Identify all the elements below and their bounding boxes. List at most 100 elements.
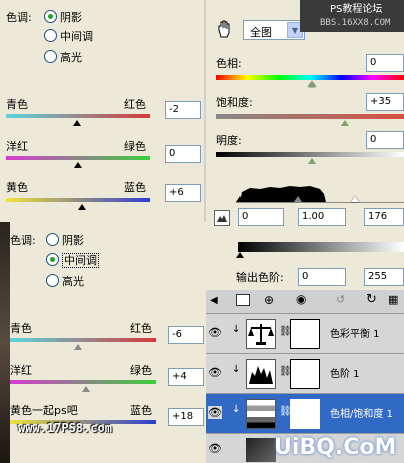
green-label: 绿色	[124, 140, 146, 153]
visibility-eye-icon[interactable]: 👁	[208, 442, 222, 455]
radio-highlights-2[interactable]	[46, 274, 59, 287]
cyan-red-slider-thumb[interactable]	[73, 120, 81, 126]
radio-highlights[interactable]	[44, 50, 57, 63]
watermark-17ps8: www.17PS8.com	[18, 421, 112, 435]
levels-input-black[interactable]: 0	[238, 208, 284, 226]
levels-black-input-thumb[interactable]	[236, 196, 244, 202]
cyan-red-slider-track-2	[10, 338, 156, 342]
yellow-label-2: 黄色一起ps吧	[10, 404, 78, 417]
magenta-green-value[interactable]: 0	[165, 145, 201, 163]
resize-icon[interactable]	[236, 294, 250, 306]
hue-slider-track	[216, 75, 404, 80]
radio-shadows-2[interactable]	[46, 233, 59, 246]
saturation-slider-thumb[interactable]	[341, 120, 349, 126]
color-balance-panel-2: 色调: 阴影 中间调 高光 青色 红色 -6 洋红 绿色 +4 黄色一起ps吧 …	[10, 222, 206, 463]
saturation-value[interactable]: +35	[366, 93, 404, 111]
clip-icon[interactable]: ⊕	[264, 293, 274, 307]
levels-panel: 0 1.00 176 输出色阶: 0 255	[206, 170, 404, 290]
hue-label: 色相:	[216, 57, 242, 70]
yellow-blue-slider-thumb[interactable]	[78, 204, 86, 210]
saturation-slider-track	[216, 114, 404, 119]
magenta-label-2: 洋红	[10, 364, 32, 377]
yellow-label: 黄色	[6, 181, 28, 194]
layer-mask-thumbnail	[290, 399, 320, 429]
visibility-eye-icon[interactable]: 👁	[208, 406, 222, 419]
lightness-slider-thumb[interactable]	[308, 158, 316, 164]
hue-slider-thumb[interactable]	[308, 81, 316, 87]
cyan-label-2: 青色	[10, 322, 32, 335]
hand-tool-icon[interactable]	[216, 20, 232, 38]
delete-icon[interactable]: ▦	[388, 293, 398, 306]
output-levels-label: 输出色阶:	[236, 271, 284, 284]
radio-midtones-label: 中间调	[60, 30, 93, 43]
radio-highlights-label: 高光	[60, 51, 82, 64]
radio-midtones-label-2: 中间调	[62, 253, 99, 268]
warning-icon	[214, 210, 230, 226]
magenta-green-slider-thumb-2[interactable]	[82, 386, 90, 392]
levels-white-input-thumb[interactable]	[351, 196, 359, 202]
lightness-value[interactable]: 0	[366, 131, 404, 149]
magenta-green-slider-track-2	[10, 380, 156, 384]
radio-shadows-label-2: 阴影	[62, 234, 84, 247]
hue-value[interactable]: 0	[366, 54, 404, 72]
magenta-label: 洋红	[6, 140, 28, 153]
cyan-red-value-2[interactable]: -6	[168, 326, 204, 344]
levels-input-gamma[interactable]: 1.00	[298, 208, 346, 226]
magenta-green-value-2[interactable]: +4	[168, 368, 204, 386]
hue-saturation-adjustment-icon	[246, 399, 276, 429]
red-label-2: 红色	[130, 322, 152, 335]
green-label-2: 绿色	[130, 364, 152, 377]
radio-shadows[interactable]	[44, 10, 57, 23]
radio-shadows-label: 阴影	[60, 11, 82, 24]
cyan-red-value[interactable]: -2	[165, 101, 201, 119]
watermark-uibq: UiBQ.CoM	[274, 435, 397, 460]
yellow-blue-value[interactable]: +6	[165, 184, 201, 202]
layer-name[interactable]: 色彩平衡 1	[330, 328, 380, 341]
edit-select-value: 全图	[250, 26, 272, 39]
layer-mask-thumbnail	[290, 319, 320, 349]
levels-black-output-thumb[interactable]	[236, 252, 244, 258]
layer-row-levels[interactable]: 👁 ↓ ⛓ 色阶 1	[206, 354, 404, 394]
levels-adjustment-icon	[246, 359, 276, 389]
lightness-label: 明度:	[216, 134, 242, 147]
clip-arrow-icon: ↓	[232, 404, 241, 415]
back-arrow-icon[interactable]: ◀	[210, 295, 218, 306]
layer-name[interactable]: 色阶 1	[330, 368, 360, 381]
eye-toggle-icon[interactable]: ◉	[296, 292, 306, 306]
color-balance-adjustment-icon	[246, 319, 276, 349]
radio-highlights-label-2: 高光	[62, 275, 84, 288]
blue-label-2: 蓝色	[130, 404, 152, 417]
histogram-baseline	[236, 202, 404, 203]
magenta-green-slider-track	[6, 156, 150, 160]
visibility-eye-icon[interactable]: 👁	[208, 326, 222, 339]
levels-input-white[interactable]: 176	[364, 208, 404, 226]
layer-mask-thumbnail	[290, 359, 320, 389]
levels-output-white[interactable]: 255	[364, 268, 404, 286]
radio-midtones[interactable]	[44, 29, 57, 42]
levels-output-black[interactable]: 0	[298, 268, 346, 286]
radio-midtones-2[interactable]	[46, 253, 59, 266]
clip-arrow-icon: ↓	[232, 364, 241, 375]
reset-icon[interactable]: ↻	[366, 292, 377, 307]
cyan-red-slider-thumb-2[interactable]	[74, 344, 82, 350]
layers-panel: ◀ ⊕ ◉ ↺ ↻ ▦ 👁 ↓ ⛓ 色彩平衡 1 👁 ↓ ⛓ 色阶 1 👁 ↓ …	[206, 290, 404, 463]
tone-label: 色调:	[6, 11, 32, 24]
cyan-label: 青色	[6, 98, 28, 111]
layer-row-hue-saturation[interactable]: 👁 ↓ ⛓ 色相/饱和度 1	[206, 394, 404, 434]
visibility-eye-icon[interactable]: 👁	[208, 366, 222, 379]
red-label: 红色	[124, 98, 146, 111]
link-icon[interactable]: ↺	[336, 293, 345, 306]
levels-gamma-thumb[interactable]	[294, 196, 302, 202]
layer-name[interactable]: 色相/饱和度 1	[330, 408, 393, 421]
watermark-title: PS教程论坛	[330, 4, 383, 15]
magenta-green-slider-thumb[interactable]	[74, 162, 82, 168]
photo-thumbnail	[246, 438, 276, 462]
watermark-top: PS教程论坛 BBS.16XX8.COM	[300, 0, 404, 32]
layer-row-color-balance[interactable]: 👁 ↓ ⛓ 色彩平衡 1	[206, 314, 404, 354]
layers-toolbar: ◀ ⊕ ◉ ↺ ↻ ▦	[206, 290, 404, 314]
edit-select[interactable]: 全图 ▼	[243, 20, 305, 40]
color-balance-panel-1: 色调: 阴影 中间调 高光 青色 红色 -2 洋红 绿色 0 黄色 蓝色 +6	[0, 0, 204, 222]
blue-label: 蓝色	[124, 181, 146, 194]
yellow-blue-value-2[interactable]: +18	[168, 408, 204, 426]
histogram	[240, 186, 326, 202]
